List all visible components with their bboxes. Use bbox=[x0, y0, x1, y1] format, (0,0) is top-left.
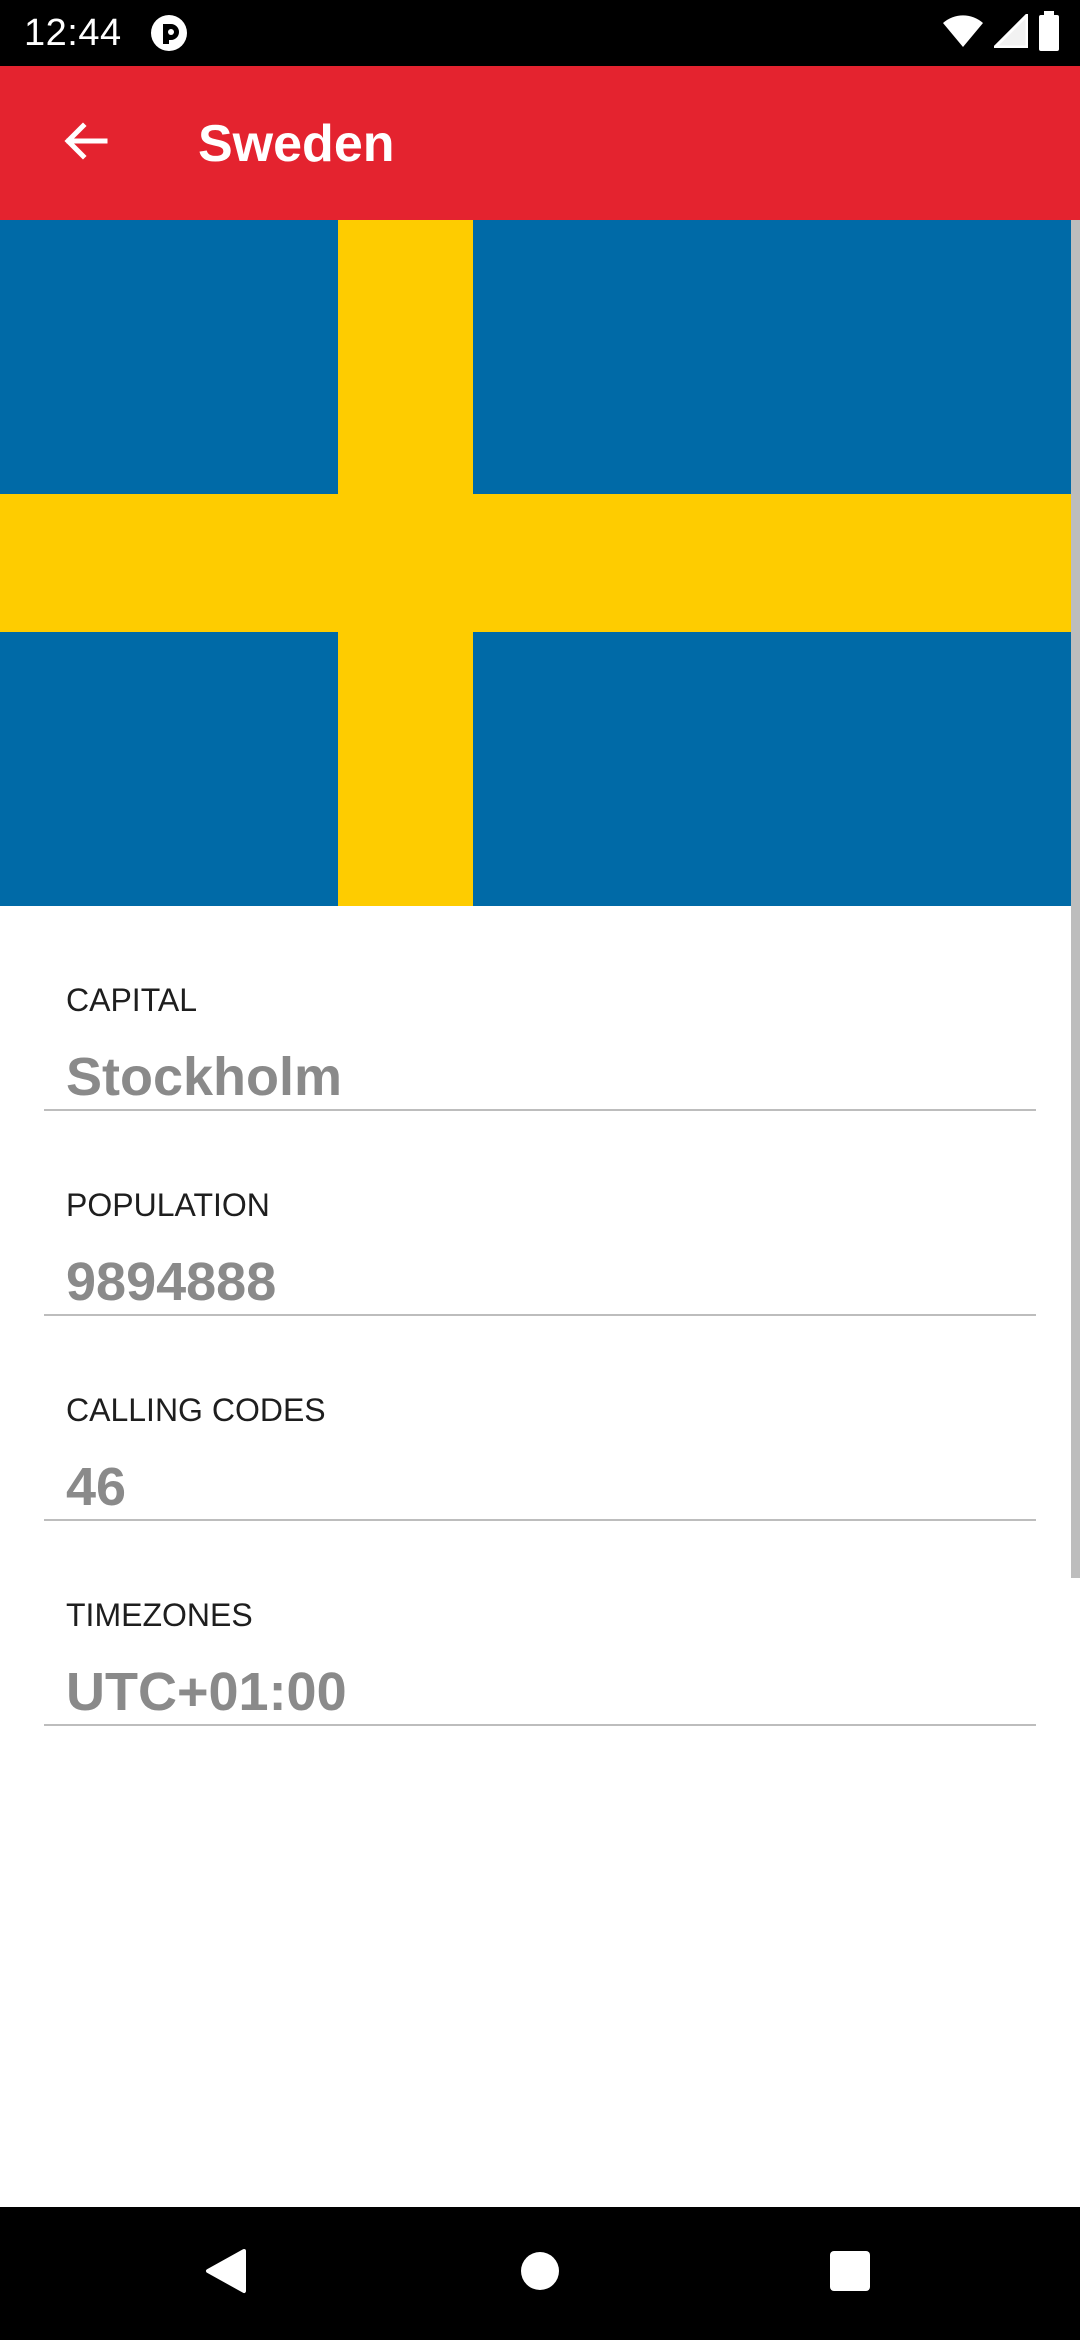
flag-image bbox=[0, 220, 1080, 906]
battery-icon bbox=[1038, 10, 1060, 56]
arrow-back-icon bbox=[61, 117, 109, 170]
status-time: 12:44 bbox=[24, 12, 122, 54]
detail-label: CAPITAL bbox=[66, 982, 197, 1018]
detail-value: Stockholm bbox=[66, 1047, 343, 1107]
nav-back-button[interactable] bbox=[176, 2227, 276, 2319]
wifi-icon bbox=[942, 14, 984, 53]
detail-label: POPULATION bbox=[66, 1187, 270, 1223]
nav-recents-button[interactable] bbox=[800, 2227, 900, 2319]
detail-label: CALLING CODES bbox=[66, 1392, 326, 1428]
detail-row-population: POPULATION 9894888 bbox=[44, 1111, 1036, 1316]
app-bar: Sweden bbox=[0, 66, 1080, 220]
detail-value: 46 bbox=[66, 1457, 127, 1517]
recents-square-icon bbox=[829, 2250, 871, 2297]
nav-home-button[interactable] bbox=[490, 2227, 590, 2319]
back-button[interactable] bbox=[38, 96, 132, 190]
detail-row-capital: CAPITAL Stockholm bbox=[44, 906, 1036, 1111]
detail-value: 9894888 bbox=[66, 1252, 277, 1312]
status-bar: 12:44 bbox=[0, 0, 1080, 66]
details-list: CAPITAL Stockholm POPULATION 9894888 CAL… bbox=[44, 906, 1036, 1726]
detail-row-calling-codes: CALLING CODES 46 bbox=[44, 1316, 1036, 1521]
home-circle-icon bbox=[519, 2250, 561, 2297]
detail-row-timezones: TIMEZONES UTC+01:00 bbox=[44, 1521, 1036, 1726]
back-triangle-icon bbox=[204, 2248, 248, 2299]
detail-label: TIMEZONES bbox=[66, 1597, 253, 1633]
detail-value: UTC+01:00 bbox=[66, 1662, 347, 1722]
system-nav-bar bbox=[0, 2207, 1080, 2340]
app-notification-icon bbox=[150, 14, 188, 52]
scrollbar[interactable] bbox=[1071, 220, 1080, 1578]
status-icons bbox=[942, 10, 1060, 56]
cell-signal-icon bbox=[991, 10, 1029, 53]
page-title: Sweden bbox=[198, 115, 395, 173]
